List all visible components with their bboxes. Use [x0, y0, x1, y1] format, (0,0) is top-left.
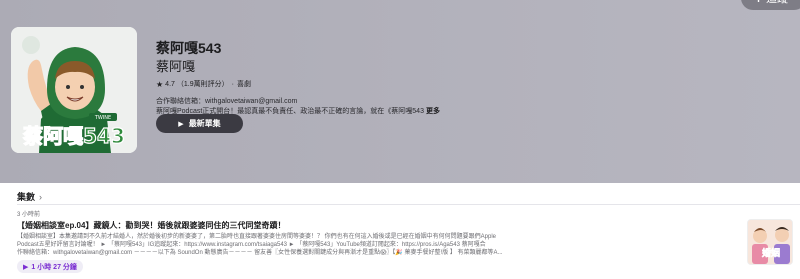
episode-time: 3 小時前: [17, 212, 41, 218]
show-header: + 追蹤 TWINE 蔡阿嘎543: [0, 0, 800, 183]
show-artwork: TWINE 蔡阿嘎543: [11, 27, 137, 153]
more-link[interactable]: 更多: [426, 108, 440, 115]
latest-episode-button[interactable]: ▶ 最新單集: [156, 114, 243, 133]
follow-label: 追蹤: [766, 0, 788, 6]
genre-label[interactable]: 喜劇: [237, 79, 251, 89]
episode-title[interactable]: 【婚姻相談室ep.04】藏鏡人：勸到哭！婚後就跟婆婆同住的三代同堂奇蹟！: [17, 221, 537, 231]
star-icon: ★: [156, 79, 164, 89]
svg-text:婚姻: 婚姻: [762, 247, 780, 259]
show-title: 蔡阿嘎543: [156, 40, 222, 56]
artwork-illustration: TWINE 蔡阿嘎543: [11, 27, 137, 153]
episode-desc-line-3: 作聯絡信箱：withgalovetaiwan@gmail.com －－－－以下為…: [17, 250, 503, 256]
rating-separator: ·: [231, 80, 234, 88]
episode-desc-line-1: 【婚姻相談室】本集邀請到不久前才結婚人，然於婚後初步的新婆婆了，第二胎時也直接跟…: [17, 234, 497, 240]
svg-text:TWINE: TWINE: [94, 115, 111, 121]
show-info: 蔡阿嘎543 蔡阿嘎 ★ 4.7 （1.9萬則評分） · 喜劇 合作聯絡信箱：w…: [156, 40, 756, 133]
rating-value: 4.7: [165, 80, 175, 88]
latest-episode-label: 最新單集: [188, 119, 221, 128]
episodes-heading[interactable]: 集數 ›: [17, 190, 42, 203]
play-icon: ▶: [178, 120, 184, 128]
rating-count: （1.9萬則評分）: [176, 81, 229, 88]
desc-line-1: 合作聯絡信箱：withgalovetaiwan@gmail.com: [156, 98, 298, 105]
episode-description: 【婚姻相談室】本集邀請到不久前才結婚人，然於婚後初步的新婆婆了，第二胎時也直接跟…: [17, 233, 517, 257]
show-author[interactable]: 蔡阿嘎: [156, 59, 756, 75]
follow-button[interactable]: + 追蹤: [740, 0, 800, 10]
episode-duration: 1 小時 27 分鐘: [31, 263, 77, 271]
chevron-right-icon: ›: [39, 191, 43, 202]
play-icon: ▶: [23, 263, 29, 271]
episodes-heading-label: 集數: [17, 192, 36, 202]
episode-play-button[interactable]: ▶ 1 小時 27 分鐘: [17, 260, 83, 273]
episode-desc-line-2: Podcast五星好評留言討論喔！ ► 「蔡阿嘎543」IG追蹤起來：https…: [17, 242, 486, 248]
divider: [17, 204, 800, 205]
episode-item[interactable]: 3 小時前 【婚姻相談室ep.04】藏鏡人：勸到哭！婚後就跟婆婆同住的三代同堂奇…: [17, 211, 537, 273]
svg-text:蔡阿嘎543: 蔡阿嘎543: [22, 124, 125, 148]
episode-thumbnail-art: 婚姻: [748, 220, 792, 264]
episode-thumbnail[interactable]: 婚姻: [747, 219, 793, 265]
rating-row: ★ 4.7 （1.9萬則評分） · 喜劇: [156, 79, 756, 89]
plus-icon: +: [755, 0, 762, 6]
